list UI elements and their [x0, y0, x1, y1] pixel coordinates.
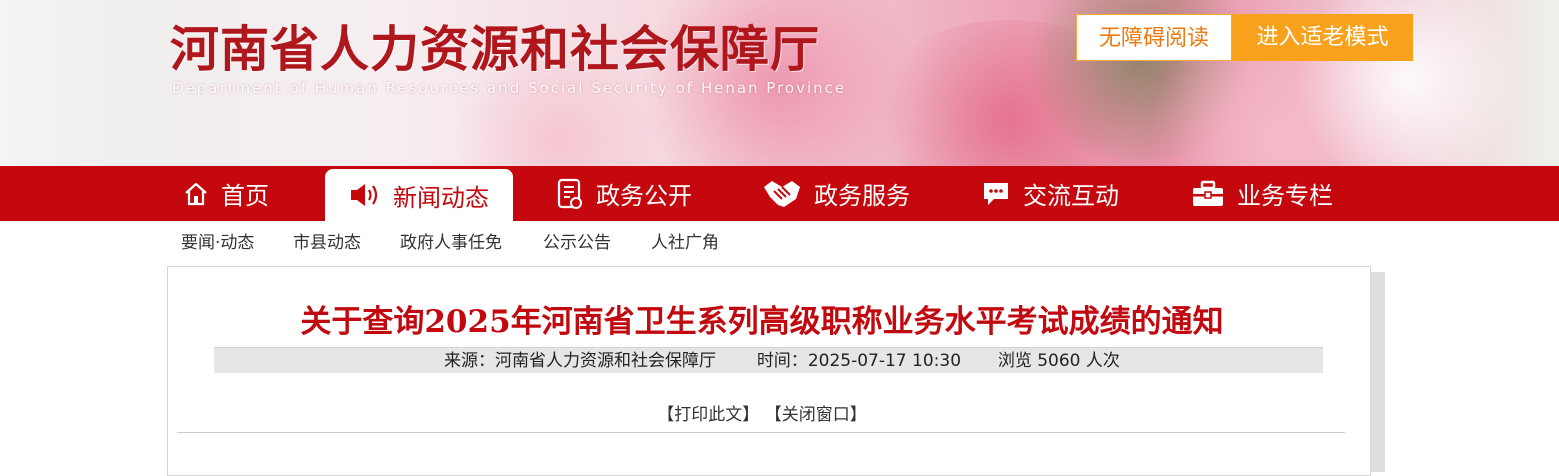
nav-item-news[interactable]: 新闻动态 [325, 169, 513, 221]
subnav-item-city-county[interactable]: 市县动态 [293, 228, 361, 253]
views-prefix: 浏览 [997, 351, 1032, 371]
print-article-link[interactable]: 【打印此文】 [657, 405, 759, 425]
speaker-icon [349, 181, 381, 209]
nav-item-special-column[interactable]: 业务专栏 [1191, 166, 1333, 221]
nav-item-label: 政务公开 [596, 182, 692, 210]
subnav-item-announcements[interactable]: 公示公告 [543, 228, 611, 253]
main-nav: 首页 新闻动态 政务公开 政务服务 交流互动 业务专栏 [0, 166, 1559, 221]
view-count: 5060 [1037, 351, 1081, 371]
chat-icon [981, 180, 1011, 208]
subnav-item-headlines[interactable]: 要闻·动态 [181, 228, 254, 253]
elder-mode-button[interactable]: 进入适老模式 [1232, 14, 1413, 61]
nav-item-gov-services[interactable]: 政务服务 [762, 166, 910, 221]
home-icon [183, 181, 209, 207]
document-icon [556, 178, 584, 210]
article-title: 关于查询2025年河南省卫生系列高级职称业务水平考试成绩的通知 [300, 304, 1224, 340]
accessibility-reading-button[interactable]: 无障碍阅读 [1076, 14, 1232, 61]
site-subtitle: Department of Human Resources and Social… [172, 79, 847, 97]
article-time: 2025-07-17 10:30 [807, 351, 962, 371]
nav-item-gov-affairs-public[interactable]: 政务公开 [556, 166, 692, 221]
nav-item-interaction[interactable]: 交流互动 [981, 166, 1119, 221]
nav-item-home[interactable]: 首页 [183, 166, 269, 221]
site-title: 河南省人力资源和社会保障厅 [170, 20, 821, 78]
nav-item-label: 业务专栏 [1237, 182, 1333, 210]
article-source: 河南省人力资源和社会保障厅 [495, 351, 716, 371]
nav-item-label: 新闻动态 [393, 183, 489, 212]
briefcase-icon [1191, 180, 1225, 208]
header-banner: 河南省人力资源和社会保障厅 Department of Human Resour… [0, 0, 1559, 166]
nav-item-label: 交流互动 [1023, 182, 1119, 210]
time-label: 时间： [756, 351, 808, 371]
article-meta: 来源：河南省人力资源和社会保障厅 时间：2025-07-17 10:30 浏览 … [444, 348, 1120, 374]
views-suffix: 人次 [1085, 351, 1120, 371]
content-divider [177, 432, 1345, 433]
nav-item-label: 政务服务 [814, 182, 910, 210]
article-tools: 【打印此文】 【关闭窗口】 [0, 400, 1524, 425]
close-window-link[interactable]: 【关闭窗口】 [765, 405, 867, 425]
subnav-item-appointments[interactable]: 政府人事任免 [400, 228, 502, 253]
source-label: 来源： [444, 351, 495, 371]
subnav-item-wide-angle[interactable]: 人社广角 [651, 228, 719, 253]
handshake-icon [762, 177, 802, 211]
nav-item-label: 首页 [221, 182, 269, 210]
